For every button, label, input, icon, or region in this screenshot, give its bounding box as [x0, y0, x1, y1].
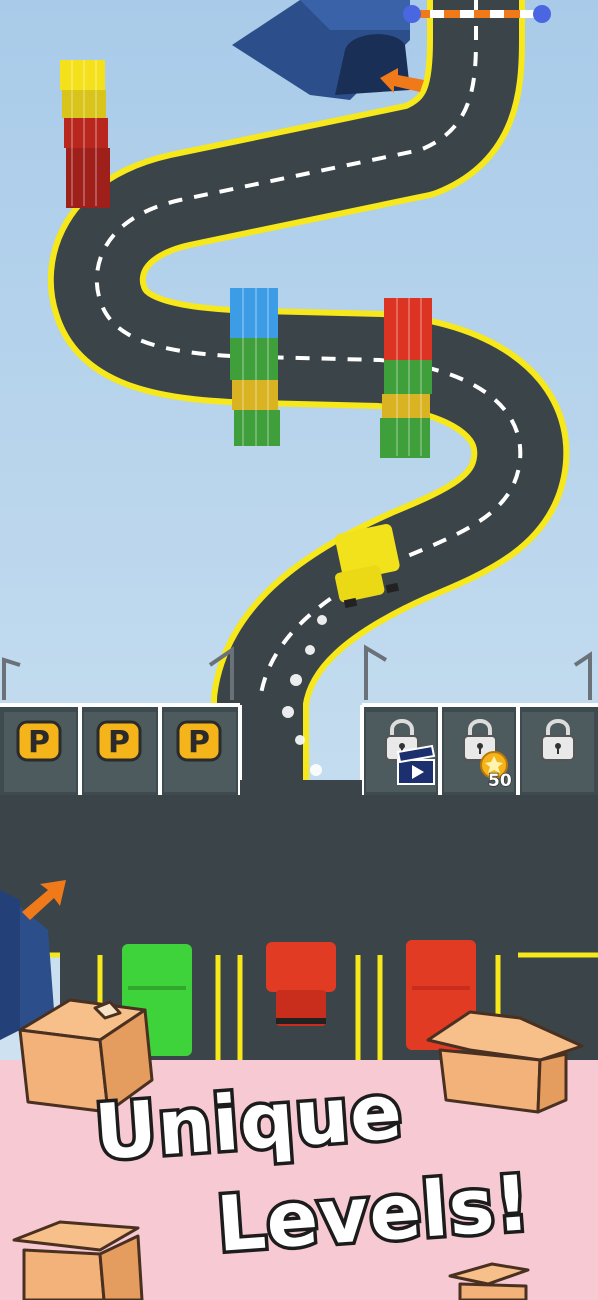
video-clapper-icon	[396, 744, 436, 785]
cargo-stack-3	[380, 298, 432, 458]
parking-sign-label: P	[108, 725, 130, 760]
parked-truck-red-1[interactable]	[266, 942, 336, 1026]
open-slot-3[interactable]: P	[176, 720, 222, 762]
box-icon	[12, 1220, 144, 1300]
tunnel	[232, 0, 410, 100]
game-screen: P P P 50 Unique Levels!	[0, 0, 598, 1300]
cargo-stack-1	[60, 60, 110, 208]
parking-sign-label: P	[28, 725, 50, 760]
open-slot-1[interactable]: P	[16, 720, 62, 762]
cargo-stack-2	[230, 288, 280, 446]
unlock-cost: 50	[487, 770, 512, 791]
parking-sign-label: P	[188, 725, 210, 760]
open-slot-2[interactable]: P	[96, 720, 142, 762]
winding-road	[47, 0, 570, 800]
main-road	[0, 780, 598, 958]
